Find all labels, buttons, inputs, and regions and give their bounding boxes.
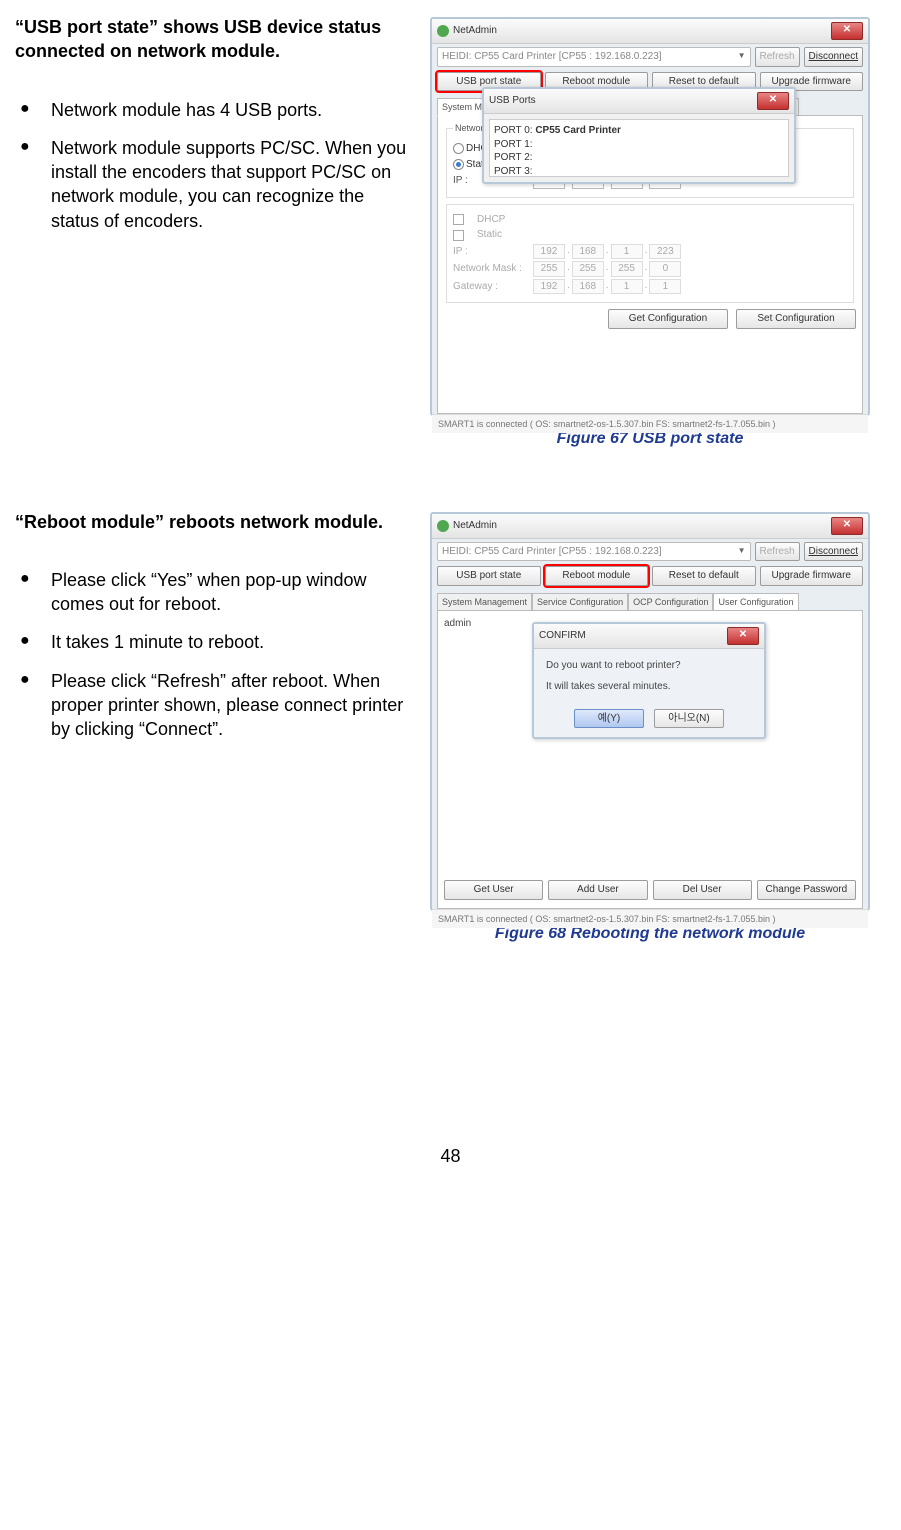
refresh-button[interactable]: Refresh [755,47,800,67]
add-user-button[interactable]: Add User [548,880,647,900]
heading-reboot: “Reboot module” reboots network module. [15,510,410,534]
bullet-item: It takes 1 minute to reboot. [15,630,410,654]
port0-value: CP55 Card Printer [535,125,621,136]
tab-ocp-config[interactable]: OCP Configuration [628,593,713,611]
disconnect-button[interactable]: Disconnect [804,542,863,562]
yes-button[interactable]: 예(Y) [574,709,644,729]
del-user-button[interactable]: Del User [653,880,752,900]
dhcp-radio[interactable] [453,143,464,154]
bullet-item: Please click “Refresh” after reboot. Whe… [15,669,410,742]
port1-label: PORT 1: [494,138,784,152]
section-usb-port-state: “USB port state” shows USB device status… [15,15,886,450]
bullet-item: Please click “Yes” when pop-up window co… [15,568,410,617]
static-check[interactable] [453,230,464,241]
app-icon [437,25,449,37]
section-reboot-module: “Reboot module” reboots network module. … [15,510,886,945]
network-group-2: DHCP Static IP : 192.168.1.223 Network M… [446,204,854,304]
upgrade-firmware-button[interactable]: Upgrade firmware [760,566,864,586]
confirm-title: CONFIRM [539,629,586,643]
static-radio[interactable] [453,159,464,170]
reboot-module-button[interactable]: Reboot module [545,566,649,586]
tab-user-config[interactable]: User Configuration [713,593,798,611]
dhcp-check[interactable] [453,214,464,225]
port0-label: PORT 0: [494,125,533,136]
screenshot-netadmin-reboot: NetAdmin ✕ HEIDI: CP55 Card Printer [CP5… [430,512,870,911]
refresh-button[interactable]: Refresh [755,542,800,562]
get-config-button[interactable]: Get Configuration [608,309,728,329]
window-title: NetAdmin [453,24,497,38]
bullets-reboot: Please click “Yes” when pop-up window co… [15,568,410,742]
usb-port-state-button[interactable]: USB port state [437,566,541,586]
tab-system-management[interactable]: System Management [437,593,532,611]
port2-label: PORT 2: [494,151,784,165]
get-user-button[interactable]: Get User [444,880,543,900]
close-icon[interactable]: ✕ [727,627,759,645]
device-select[interactable]: HEIDI: CP55 Card Printer [CP55 : 192.168… [437,542,751,562]
set-config-button[interactable]: Set Configuration [736,309,856,329]
status-bar: SMART1 is connected ( OS: smartnet2-os-1… [432,909,868,928]
app-icon [437,520,449,532]
heading-usb: “USB port state” shows USB device status… [15,15,410,64]
device-select[interactable]: HEIDI: CP55 Card Printer [CP55 : 192.168… [437,47,751,67]
reset-default-button[interactable]: Reset to default [652,566,756,586]
close-icon[interactable]: ✕ [831,517,863,535]
close-icon[interactable]: ✕ [831,22,863,40]
no-button[interactable]: 아니오(N) [654,709,724,729]
close-icon[interactable]: ✕ [757,92,789,110]
usb-window-title: USB Ports [489,94,536,108]
bullet-item: Network module supports PC/SC. When you … [15,136,410,233]
bullets-usb: Network module has 4 USB ports. Network … [15,98,410,233]
confirm-line2: It will takes several minutes. [546,680,752,694]
screenshot-netadmin-usb: NetAdmin ✕ HEIDI: CP55 Card Printer [CP5… [430,17,870,416]
disconnect-button[interactable]: Disconnect [804,47,863,67]
window-title: NetAdmin [453,519,497,533]
bullet-item: Network module has 4 USB ports. [15,98,410,122]
port3-label: PORT 3: [494,165,784,179]
change-password-button[interactable]: Change Password [757,880,856,900]
tab-service-config[interactable]: Service Configuration [532,593,628,611]
page-number: 48 [15,1144,886,1168]
status-bar: SMART1 is connected ( OS: smartnet2-os-1… [432,414,868,433]
confirm-dialog: CONFIRM ✕ Do you want to reboot printer?… [532,622,766,740]
confirm-line1: Do you want to reboot printer? [546,659,752,673]
usb-ports-window: USB Ports ✕ PORT 0: CP55 Card Printer PO… [482,87,796,184]
